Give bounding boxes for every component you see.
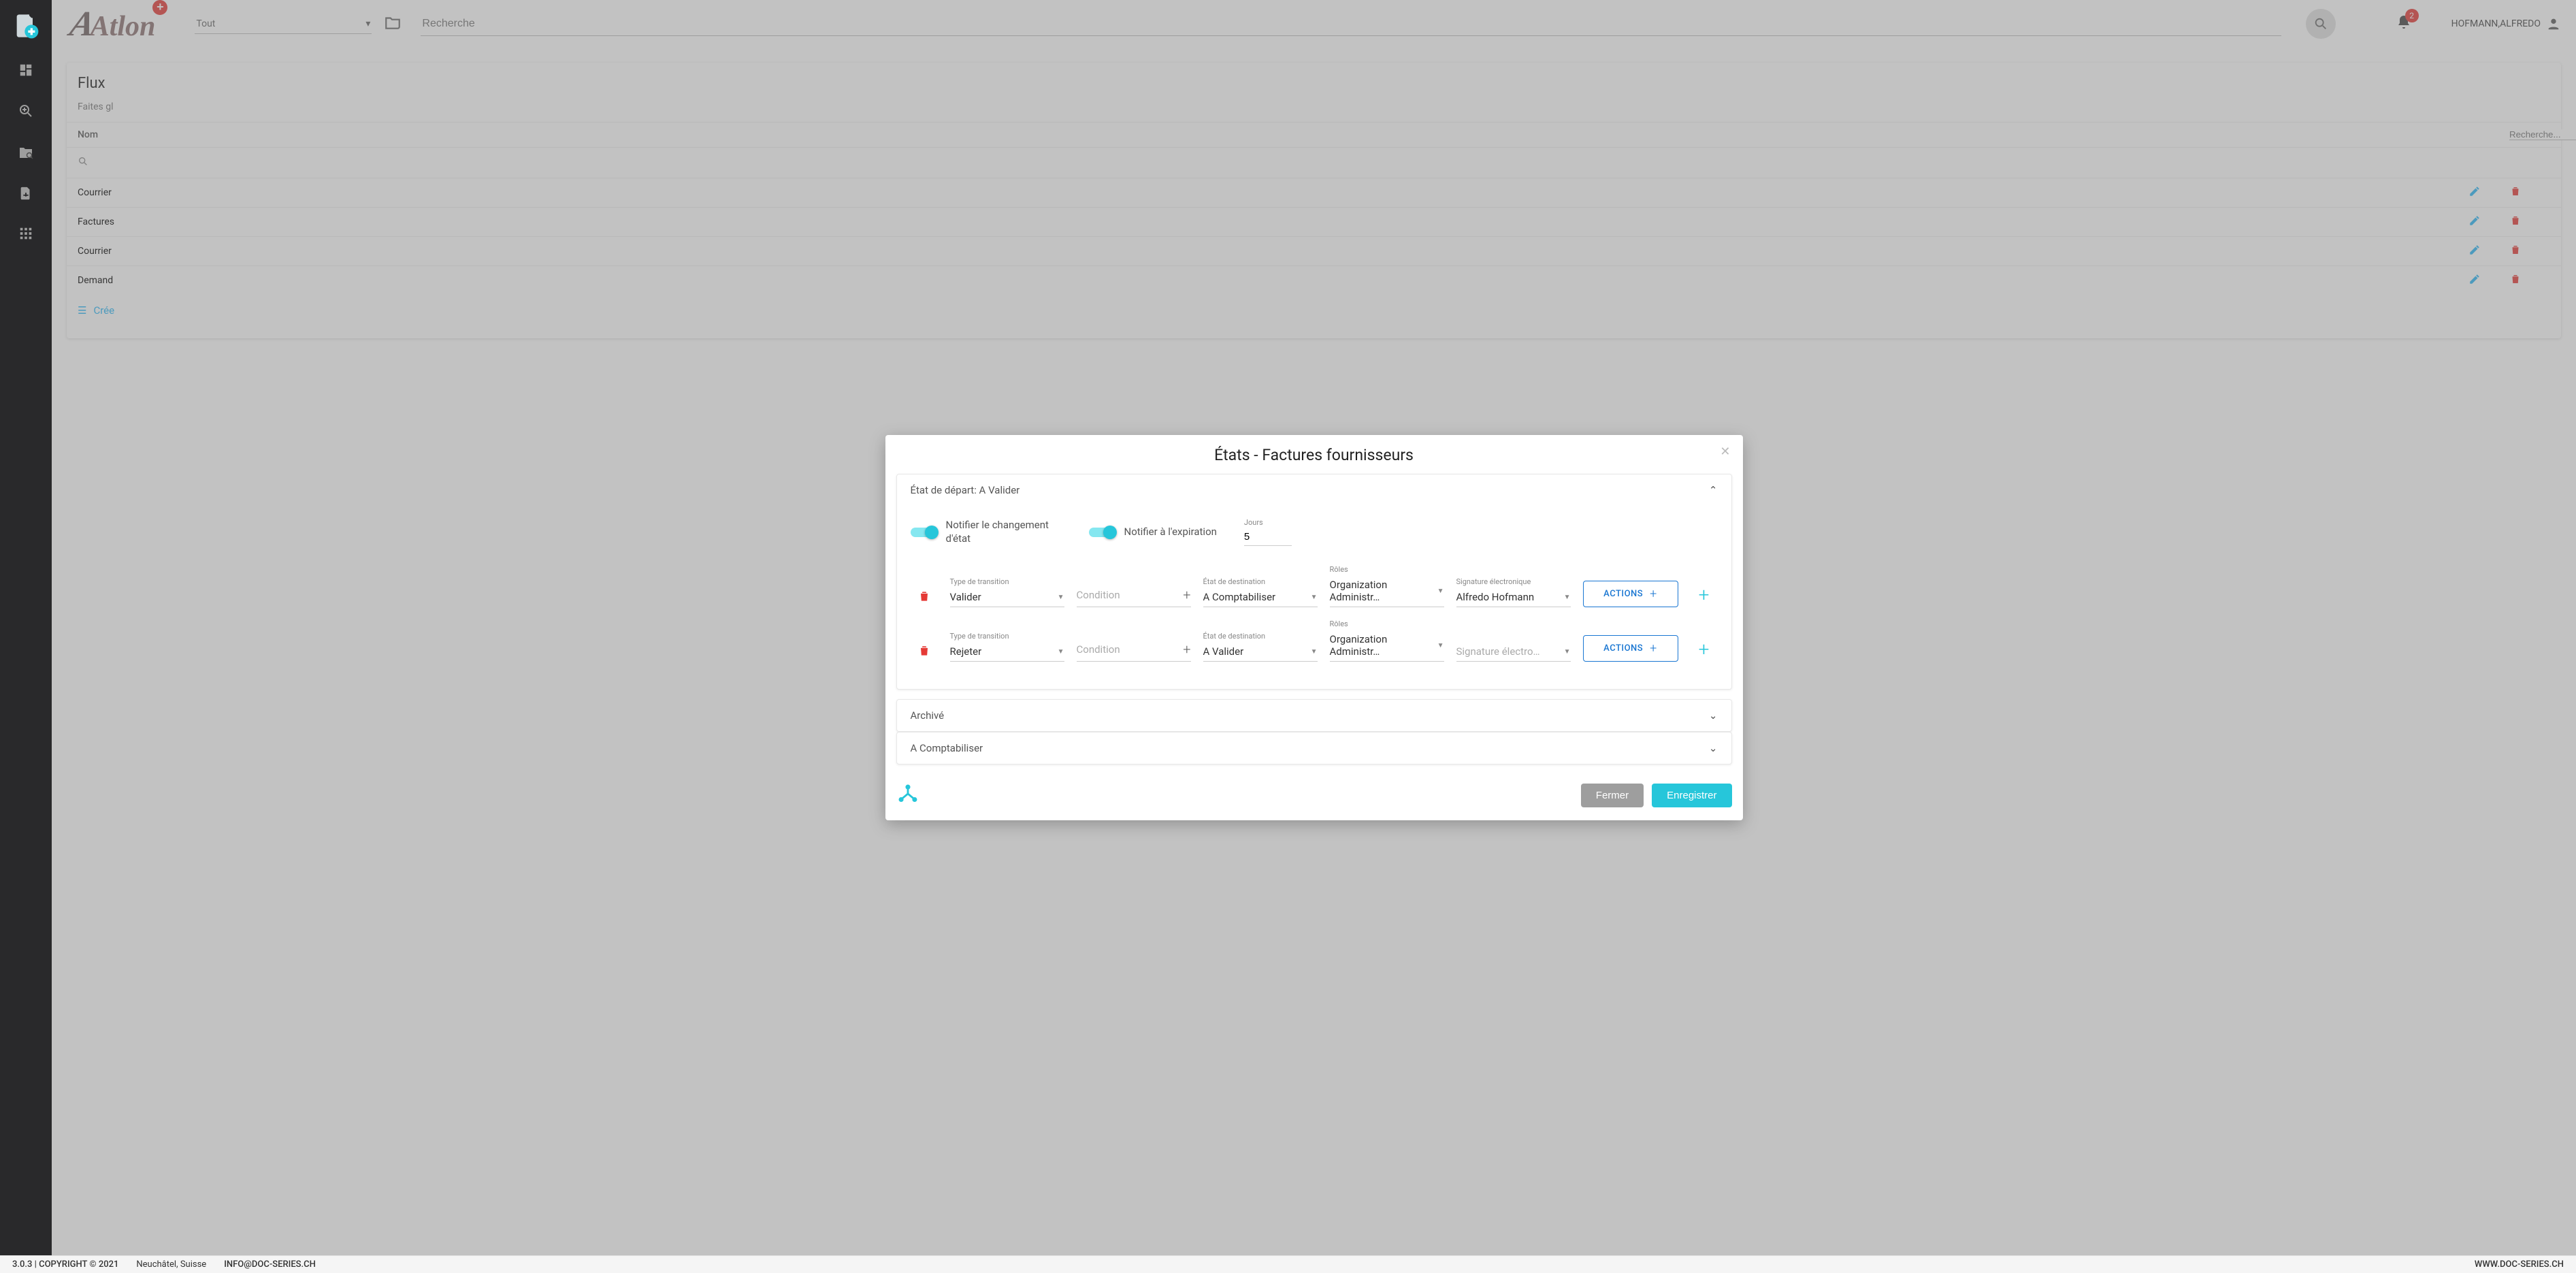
dashboard-icon[interactable] [18,63,33,82]
delete-transition-icon[interactable] [911,590,938,607]
panel-header-collapsed[interactable]: Archivé ⌄ [897,700,1731,731]
chevron-down-icon: ⌄ [1709,742,1718,754]
zoom-in-icon[interactable] [18,103,34,124]
actions-button[interactable]: ACTIONS+ [1583,581,1678,607]
add-transition-icon[interactable]: + [1691,583,1718,607]
notify-expiration-label: Notifier à l'expiration [1124,526,1217,539]
modal-overlay: États - Factures fournisseurs ✕ État de … [52,0,2576,1255]
save-button[interactable]: Enregistrer [1652,784,1731,807]
condition-input[interactable]: Condition+ [1077,628,1191,662]
panel-header-collapsed[interactable]: A Comptabiliser ⌄ [897,732,1731,764]
panel-title: A Comptabiliser [911,742,983,754]
footer: 3.0.3 | COPYRIGHT © 2021 Neuchâtel, Suis… [0,1255,2576,1273]
notify-state-toggle[interactable] [911,528,936,537]
roles-select[interactable]: RôlesOrganization Administr…▼ [1330,565,1444,607]
add-transition-icon[interactable]: + [1691,638,1718,662]
browse-icon[interactable] [18,144,34,165]
modal-close-icon[interactable]: ✕ [1720,445,1730,459]
transition-row: Type de transitionRejeter▼ Condition+ Éta… [911,619,1718,662]
panel-header-expanded[interactable]: État de départ: A Valider ⌃ [897,474,1731,506]
roles-select[interactable]: RôlesOrganization Administr…▼ [1330,619,1444,662]
main-area: AAtlon + Tout▾ 2 HOFMANN,ALFREDO Flux [52,0,2576,1255]
footer-location: Neuchâtel, Suisse [136,1259,206,1270]
signature-select[interactable]: Signature électro…▼ [1456,632,1571,662]
notify-state-label: Notifier le changement d'état [946,519,1062,545]
close-button[interactable]: Fermer [1581,784,1644,807]
chevron-down-icon: ⌄ [1709,709,1718,722]
chevron-up-icon: ⌃ [1709,484,1718,496]
dest-state-select[interactable]: État de destinationA Valider▼ [1203,632,1318,662]
state-panel-collapsed: A Comptabiliser ⌄ [896,732,1732,764]
delete-transition-icon[interactable] [911,644,938,662]
jours-label: Jours [1244,518,1292,527]
transition-row: Type de transitionValider▼ Condition+ Éta… [911,565,1718,607]
condition-input[interactable]: Condition+ [1077,573,1191,607]
new-doc-icon[interactable] [12,12,39,42]
modal-title: États - Factures fournisseurs [1214,446,1414,464]
file-add-icon[interactable] [18,186,33,206]
actions-button[interactable]: ACTIONS+ [1583,635,1678,662]
footer-site[interactable]: WWW.DOC-SERIES.CH [2475,1259,2564,1270]
notify-expiration-toggle[interactable] [1089,528,1115,537]
workflow-icon[interactable] [896,782,919,808]
dest-state-select[interactable]: État de destinationA Comptabiliser▼ [1203,577,1318,607]
state-panel-expanded: État de départ: A Valider ⌃ Notifier le … [896,474,1732,690]
transition-type-select[interactable]: Type de transitionRejeter▼ [950,632,1064,662]
footer-version: 3.0.3 | COPYRIGHT © 2021 [12,1259,118,1270]
states-modal: États - Factures fournisseurs ✕ État de … [885,435,1743,820]
state-panel-collapsed: Archivé ⌄ [896,699,1732,732]
panel-title: État de départ: A Valider [911,484,1020,496]
transition-type-select[interactable]: Type de transitionValider▼ [950,577,1064,607]
panel-title: Archivé [911,709,945,722]
jours-input[interactable] [1244,528,1292,546]
grid-icon[interactable] [18,226,33,246]
footer-mail[interactable]: INFO@DOC-SERIES.CH [224,1259,316,1270]
signature-select[interactable]: Signature électroniqueAlfredo Hofmann▼ [1456,577,1571,607]
left-nav [0,0,52,1255]
